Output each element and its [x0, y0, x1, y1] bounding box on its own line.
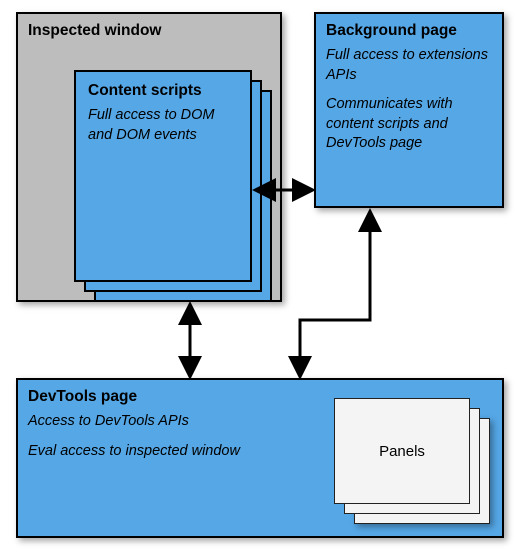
background-page-title: Background page — [326, 22, 492, 40]
content-scripts-card-front: Content scripts Full access to DOM and D… — [74, 70, 252, 282]
background-page-desc-1: Full access to extensions APIs — [326, 46, 492, 85]
inspected-window-title: Inspected window — [28, 22, 270, 40]
content-scripts-desc: Full access to DOM and DOM events — [88, 106, 238, 145]
inspected-window-box: Inspected window Content scripts Full ac… — [16, 12, 282, 302]
panels-label: Panels — [379, 443, 425, 460]
content-scripts-title: Content scripts — [88, 82, 238, 100]
background-page-box: Background page Full access to extension… — [314, 12, 504, 208]
arrow-background-devtools — [300, 212, 370, 376]
background-page-desc-2: Communicates with content scripts and De… — [326, 95, 492, 154]
panels-card-front: Panels — [334, 398, 470, 504]
